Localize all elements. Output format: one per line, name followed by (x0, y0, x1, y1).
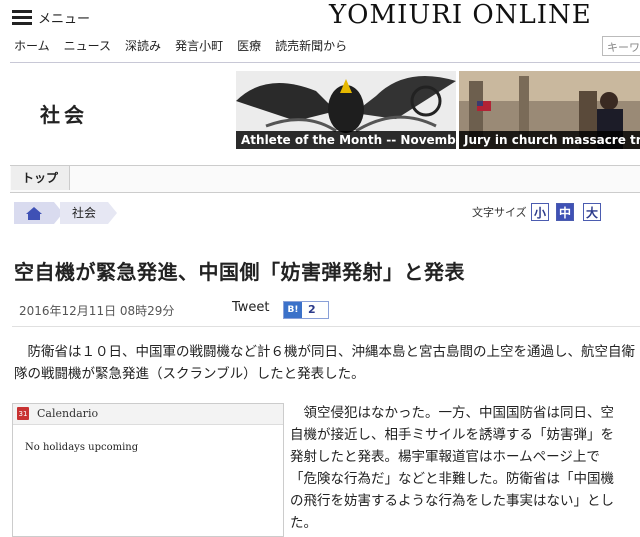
nav-item-fukayomi[interactable]: 深読み (125, 37, 161, 54)
article-date: 2016年12月11日 08時29分 (19, 304, 175, 318)
banner-athlete-of-month[interactable]: Athlete of the Month -- November (236, 71, 456, 149)
banner-caption: Athlete of the Month -- November (236, 131, 456, 149)
font-size-small-button[interactable]: 小 (531, 203, 549, 221)
menu-icon[interactable] (12, 10, 32, 25)
section-title: 社会 (40, 103, 88, 127)
article-headline: 空自機が緊急発進、中国側「妨害弾発射」と発表 (14, 260, 465, 284)
article-paragraph: 領空侵犯はなかった。一方、中国国防省は同日、空自機が接近し、相手ミサイルを誘導す… (290, 405, 614, 531)
nav-item-from-paper[interactable]: 読売新聞から (275, 37, 347, 54)
calendar-title: Calendario (37, 407, 99, 420)
breadcrumb-arrow (108, 202, 117, 224)
site-logo[interactable]: YOMIURI ONLINE (329, 0, 592, 30)
nav-item-medical[interactable]: 医療 (237, 37, 261, 54)
banner-caption: Jury in church massacre trial watches Dy… (459, 131, 640, 149)
global-nav: ホーム ニュース 深読み 発言小町 医療 読売新聞から (14, 37, 347, 54)
breadcrumb-section[interactable]: 社会 (60, 202, 108, 224)
font-size-large-button[interactable]: 大 (583, 203, 601, 221)
calendar-message: No holidays upcoming (25, 442, 139, 453)
section-tab-bar (10, 165, 640, 193)
nav-item-news[interactable]: ニュース (64, 37, 111, 54)
menu-label[interactable]: メニュー (38, 8, 90, 27)
hatena-count: 2 (308, 303, 316, 316)
article-paragraph: 防衛省は１０日、中国軍の戦闘機など計６機が同日、沖縄本島と宮古島間の上空を通過し… (14, 344, 635, 382)
home-icon (26, 207, 42, 220)
tab-top[interactable]: トップ (11, 166, 70, 190)
font-size-medium-button[interactable]: 中 (556, 203, 574, 221)
nav-item-komachi[interactable]: 発言小町 (175, 37, 223, 54)
calendar-widget: 31 Calendario No holidays upcoming (12, 403, 284, 537)
calendar-header: 31 Calendario (13, 404, 283, 425)
nav-divider (10, 62, 640, 63)
font-size-label: 文字サイズ (472, 206, 527, 219)
hatena-bookmark-button[interactable]: B! 2 (283, 301, 329, 319)
search-input[interactable]: キーワ (602, 36, 640, 56)
banner-jury-trial[interactable]: Jury in church massacre trial watches Dy… (459, 71, 640, 149)
hatena-icon: B! (284, 302, 302, 318)
breadcrumb-home[interactable] (14, 202, 54, 224)
meta-divider (12, 326, 640, 327)
nav-item-home[interactable]: ホーム (14, 37, 50, 54)
calendar-icon: 31 (17, 407, 29, 420)
tweet-button[interactable]: Tweet (232, 300, 270, 315)
